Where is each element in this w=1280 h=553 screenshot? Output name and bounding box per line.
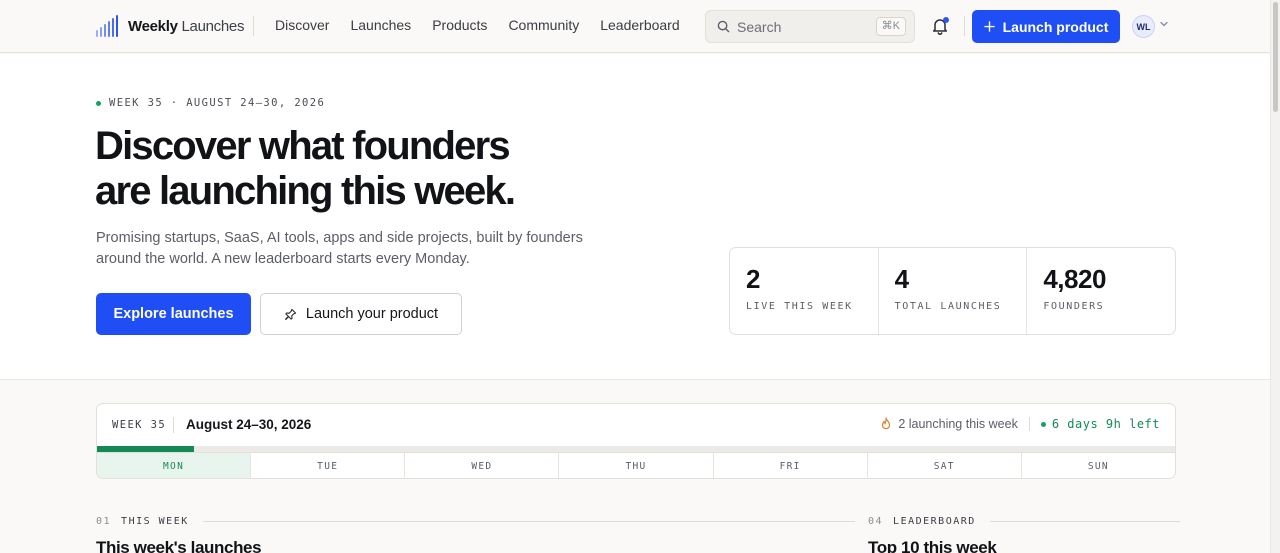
scrollbar-thumb[interactable] (1273, 2, 1278, 112)
week-status: 2 launching this week 6 days 9h left (880, 417, 1160, 431)
flame-icon (882, 417, 891, 430)
section-title-this-week: This week's launches (96, 538, 262, 553)
launch-product-label: Launch product (1002, 18, 1109, 35)
week-divider (173, 417, 174, 433)
stat-value: 4,820 (1043, 264, 1106, 294)
day-tab-sat[interactable]: SAT (868, 453, 1022, 478)
section-label: THIS WEEK (121, 516, 189, 527)
search-placeholder: Search (737, 18, 782, 35)
notifications-bell-icon[interactable] (930, 16, 950, 36)
section-rule (989, 521, 1180, 522)
avatar[interactable]: WL (1132, 15, 1155, 38)
section-rule (202, 521, 855, 522)
week-header: WEEK 35 August 24–30, 2026 2 launching t… (97, 404, 1175, 446)
hero-section: WEEK 35 · AUGUST 24–30, 2026 Discover wh… (0, 54, 1270, 380)
section-label: LEADERBOARD (893, 516, 976, 527)
day-tab-wed[interactable]: WED (405, 453, 560, 478)
stat-live-this-week: 2 LIVE THIS WEEK (730, 248, 879, 334)
launch-product-button[interactable]: Launch product (972, 10, 1120, 43)
page-scrollbar[interactable] (1270, 0, 1280, 553)
status-dot-icon (1040, 421, 1046, 427)
logo-bars-icon (96, 15, 118, 37)
plus-icon (983, 21, 995, 32)
launch-your-product-label: Launch your product (305, 306, 439, 322)
nav-divider (964, 16, 965, 36)
stat-value: 2 (746, 264, 760, 294)
nav-link-community[interactable]: Community (508, 17, 579, 33)
nav-link-leaderboard[interactable]: Leaderboard (600, 17, 679, 33)
stats-panel: 2 LIVE THIS WEEK 4 TOTAL LAUNCHES 4,820 … (729, 247, 1176, 335)
hero-subtitle: Promising startups, SaaS, AI tools, apps… (96, 230, 583, 267)
search-input[interactable]: Search ⌘K (705, 10, 915, 43)
hero-eyebrow: WEEK 35 · AUGUST 24–30, 2026 (96, 97, 325, 109)
week-range: August 24–30, 2026 (186, 417, 312, 432)
search-shortcut: ⌘K (875, 17, 906, 36)
nav-divider (253, 16, 254, 36)
launch-your-product-button[interactable]: Launch your product (260, 293, 462, 335)
status-divider (1028, 417, 1030, 431)
chevron-down-icon[interactable] (1159, 19, 1169, 29)
nav-links: Discover Launches Products Community Lea… (275, 17, 680, 33)
logo[interactable]: Weekly Launches (96, 14, 244, 38)
nav-link-products[interactable]: Products (432, 17, 487, 33)
section-index: 01 (96, 516, 112, 527)
logo-text: Weekly Launches (128, 17, 245, 35)
stat-total-launches: 4 TOTAL LAUNCHES (879, 248, 1028, 334)
top-nav: Weekly Launches Discover Launches Produc… (0, 0, 1270, 53)
section-header-this-week: 01 THIS WEEK (96, 516, 855, 527)
week-label: WEEK 35 (112, 419, 167, 431)
stat-label: FOUNDERS (1043, 301, 1105, 312)
launching-count: 2 launching this week (898, 417, 1018, 431)
search-icon (717, 20, 730, 33)
explore-launches-button[interactable]: Explore launches (96, 293, 251, 335)
section-title-leaderboard: Top 10 this week (868, 538, 997, 553)
nav-link-launches[interactable]: Launches (350, 17, 411, 33)
stat-label: TOTAL LAUNCHES (894, 301, 1002, 312)
eyebrow-text: WEEK 35 · AUGUST 24–30, 2026 (109, 97, 326, 109)
headline-line-1: Discover what founders (95, 124, 511, 168)
stat-label: LIVE THIS WEEK (746, 301, 853, 312)
week-progress-card: WEEK 35 August 24–30, 2026 2 launching t… (96, 403, 1176, 479)
section-index: 04 (868, 516, 884, 527)
day-tab-fri[interactable]: FRI (714, 453, 868, 478)
stat-founders: 4,820 FOUNDERS (1027, 248, 1175, 334)
nav-link-discover[interactable]: Discover (275, 17, 329, 33)
day-tab-mon[interactable]: MON (97, 453, 252, 478)
live-dot-icon (96, 100, 101, 106)
day-tab-thu[interactable]: THU (559, 453, 714, 478)
day-tab-sun[interactable]: SUN (1022, 453, 1175, 478)
day-tabs: MON TUE WED THU FRI SAT SUN (97, 452, 1175, 478)
page-title: Discover what founders are launching thi… (95, 124, 615, 214)
notification-dot (943, 17, 949, 23)
time-left: 6 days 9h left (1040, 417, 1160, 431)
time-left-text: 6 days 9h left (1051, 417, 1160, 431)
pin-icon (284, 308, 297, 320)
stat-value: 4 (894, 264, 909, 294)
headline-line-2: are launching this week. (95, 169, 516, 213)
section-header-leaderboard: 04 LEADERBOARD (868, 516, 1180, 527)
day-tab-tue[interactable]: TUE (251, 453, 406, 478)
